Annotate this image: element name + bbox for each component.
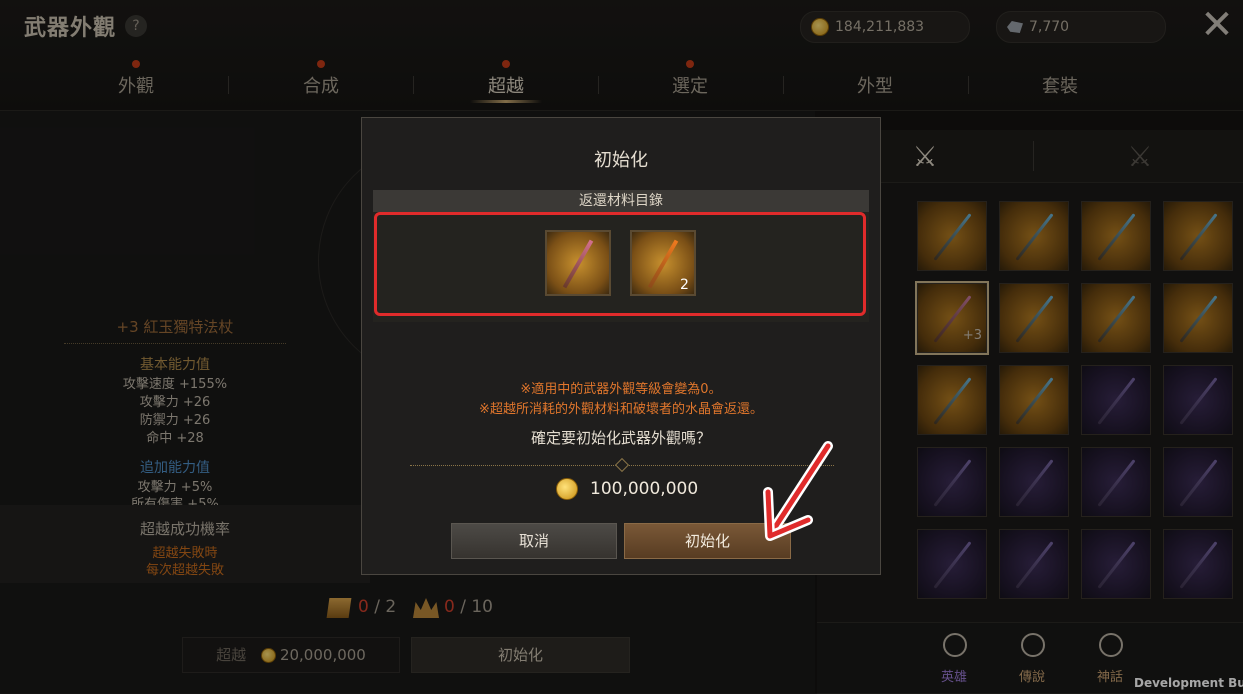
pointer-arrow-icon (763, 441, 833, 541)
reset-cost-amount: 100,000,000 (590, 479, 699, 499)
dialog-title: 初始化 (594, 150, 648, 171)
reset-cost: 100,000,000 (556, 478, 698, 500)
cancel-button[interactable]: 取消 (451, 523, 617, 559)
warning-line: ※適用中的武器外觀等級會變為0。 (520, 382, 722, 397)
gold-coin-icon (556, 478, 578, 500)
highlight-box (374, 212, 866, 316)
return-list-heading: 返還材料目錄 (373, 190, 869, 212)
warning-line: ※超越所消耗的外觀材料和破壞者的水晶會返還。 (479, 402, 763, 417)
